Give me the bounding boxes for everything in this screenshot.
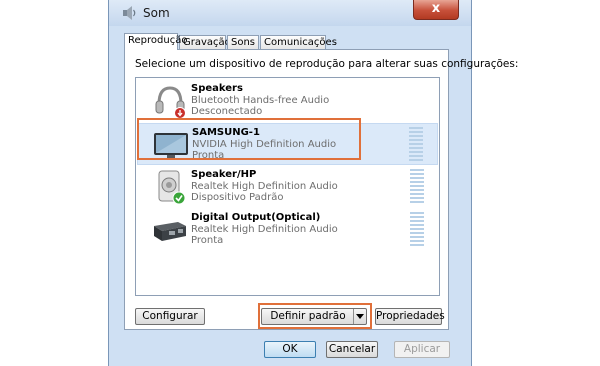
level-meter (409, 127, 423, 161)
playback-panel: Selecione um dispositivo de reprodução p… (124, 49, 518, 330)
device-item-speaker-hp[interactable]: Speaker/HP Realtek High Definition Audio… (137, 166, 438, 208)
device-name: Speaker/HP (191, 169, 257, 180)
device-name: Speakers (191, 83, 243, 94)
dropdown-arrow-icon[interactable] (353, 309, 366, 324)
set-default-label: Definir padrão (270, 310, 346, 322)
set-default-button[interactable]: Definir padrão (261, 308, 367, 325)
device-driver: Realtek High Definition Audio (191, 181, 338, 192)
device-item-speakers[interactable]: Speakers Bluetooth Hands-free Audio Desc… (137, 80, 438, 122)
title-bar[interactable]: Som x (109, 0, 471, 26)
device-name: SAMSUNG-1 (192, 127, 260, 138)
device-driver: Bluetooth Hands-free Audio (191, 95, 330, 106)
headset-icon (155, 86, 186, 119)
device-status: Desconectado (191, 106, 263, 117)
device-driver: Realtek High Definition Audio (191, 224, 338, 235)
device-list: Speakers Bluetooth Hands-free Audio Desc… (135, 77, 440, 296)
device-status: Dispositivo Padrão (191, 192, 284, 203)
cancel-button[interactable]: Cancelar (326, 341, 378, 358)
tab-communications[interactable]: Comunicações (260, 35, 337, 49)
device-name: Digital Output(Optical) (191, 212, 321, 223)
window-title: Som (143, 6, 170, 20)
apply-button[interactable]: Aplicar (394, 341, 450, 358)
speaker-icon (158, 170, 186, 205)
instruction-text: Selecione um dispositivo de reprodução p… (135, 58, 519, 70)
close-button[interactable]: x (413, 0, 459, 20)
device-status: Pronta (191, 235, 224, 246)
speaker-app-icon (123, 6, 136, 20)
level-meter (410, 169, 424, 203)
optical-output-icon (154, 222, 186, 241)
tab-playback[interactable]: Reprodução (124, 33, 187, 50)
device-driver: NVIDIA High Definition Audio (192, 139, 337, 150)
device-status: Pronta (192, 150, 225, 161)
sound-dialog: Som x Reprodução Gravação Sons Comunicaç… (108, 0, 518, 366)
device-item-digital-output[interactable]: Digital Output(Optical) Realtek High Def… (137, 209, 438, 251)
tab-sounds[interactable]: Sons (227, 35, 259, 49)
monitor-icon (154, 133, 188, 158)
properties-button[interactable]: Propriedades (375, 308, 445, 325)
configure-button[interactable]: Configurar (135, 308, 205, 325)
device-item-samsung[interactable]: SAMSUNG-1 NVIDIA High Definition Audio P… (137, 123, 438, 165)
ok-button[interactable]: OK (264, 341, 316, 358)
level-meter (410, 212, 424, 246)
